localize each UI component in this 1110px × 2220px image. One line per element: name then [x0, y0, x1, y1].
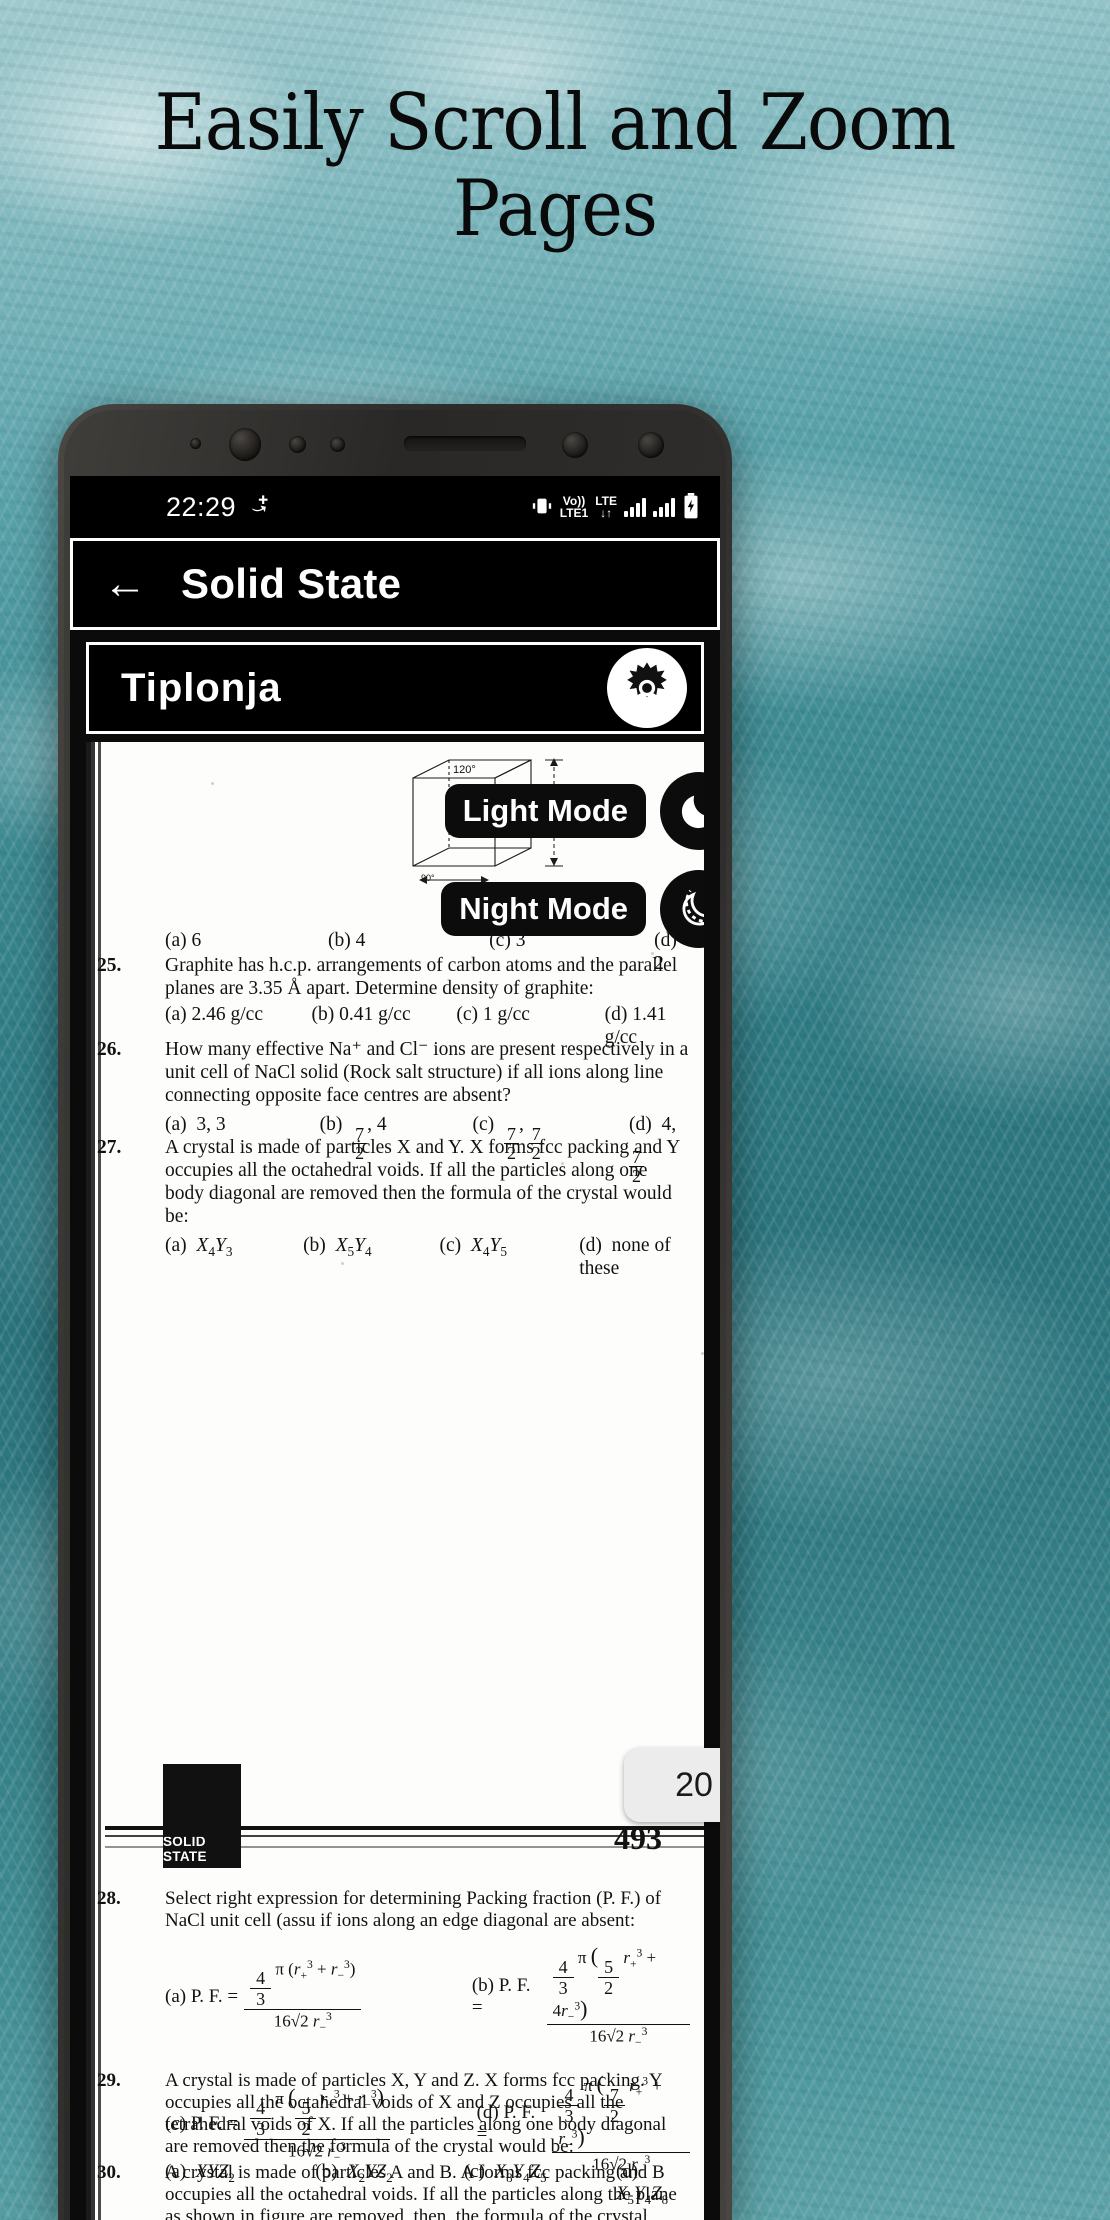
page-indicator-chip[interactable]: 20 — [624, 1748, 720, 1822]
question-number: 28. — [97, 1888, 121, 1909]
brand-banner: Tiplonja — [86, 642, 704, 734]
light-sensor-icon — [330, 437, 345, 452]
pf-numerator-a: 43 π (r+3 + r−3) — [244, 1958, 362, 2011]
status-bar: 22:29 Vo)) LTE1 LTE ↓↑ — [70, 476, 720, 538]
question-text: Graphite has h.c.p. arrangements of carb… — [165, 955, 678, 999]
question-text: A crystal is made of particles A and B. … — [165, 2162, 677, 2220]
battery-charging-icon — [682, 492, 700, 522]
scan-speck — [701, 1352, 704, 1355]
chapter-tab: SOLID STATE — [163, 1764, 241, 1868]
content-area: Tiplonja 120° 90° Light Mode Night Mode … — [70, 630, 720, 2220]
earpiece-speaker — [404, 436, 526, 451]
pf-option-a[interactable]: (a) P. F. = 43 π (r+3 + r−3) 16√2 r−3 — [165, 1944, 472, 2050]
back-arrow-icon[interactable]: ← — [103, 562, 147, 606]
light-mode-control[interactable]: Light Mode — [444, 772, 704, 850]
pf-label-a: (a) P. F. = — [165, 1985, 239, 2007]
proximity-sensor-icon — [289, 436, 306, 453]
vibrate-icon — [531, 495, 553, 520]
status-bar-left: 22:29 — [166, 491, 274, 524]
chapter-tab-label: SOLID STATE — [163, 1834, 207, 1864]
document-page[interactable]: 120° 90° b — [86, 742, 704, 2220]
phone-frame-inner: 22:29 Vo)) LTE1 LTE ↓↑ ← Solid State Tip… — [64, 410, 726, 2220]
question-25: 25. Graphite has h.c.p. arrangements of c… — [97, 954, 690, 1049]
question-text: A crystal is made of particles X and Y. … — [165, 1137, 680, 1227]
signal-bars-icon — [624, 497, 646, 517]
pf-denominator-a: 16√2 r−3 — [273, 2010, 332, 2035]
moon-filled-icon[interactable] — [660, 772, 704, 850]
front-camera-icon — [229, 428, 261, 461]
ir-sensor-icon — [190, 438, 201, 449]
question-number: 30. — [97, 2162, 121, 2183]
promo-headline: Easily Scroll and Zoom Pages — [154, 78, 957, 254]
phone-top-bezel — [64, 410, 726, 476]
question-number: 27. — [97, 1137, 122, 1158]
question-number: 26. — [97, 1039, 122, 1060]
flash-sensor-icon — [638, 432, 664, 458]
question-number: 25. — [97, 955, 122, 976]
scan-speck — [211, 782, 214, 785]
option-c[interactable]: (c) X4Y5 — [440, 1234, 580, 1280]
question-text: How many effective Na⁺ and Cl⁻ ions are … — [165, 1039, 689, 1106]
app-bar: ← Solid State — [70, 538, 720, 630]
question-28: 28. Select right expression for determini… — [97, 1888, 690, 1932]
pf-denominator-b: 16√2 r−3 — [589, 2025, 648, 2050]
option-d[interactable]: (d) none of these — [579, 1234, 690, 1280]
page-footer: SOLID STATE 493 — [105, 1764, 704, 1874]
gear-burst-icon[interactable] — [607, 648, 687, 728]
pf-option-b[interactable]: (b) P. F. = 43 π (5 2 r+3 + 4r−3) 16√2 r−… — [472, 1944, 690, 2050]
secondary-camera-icon — [562, 432, 588, 458]
app-bar-title: Solid State — [181, 560, 402, 607]
light-mode-label[interactable]: Light Mode — [444, 784, 646, 838]
question-text: A crystal is made of particles X, Y and … — [165, 2070, 667, 2157]
question-number: 29. — [97, 2070, 121, 2091]
question-text: Select right expression for determining … — [165, 1888, 662, 1931]
brand-banner-title: Tiplonja — [121, 665, 282, 710]
page-indicator-value: 20 — [675, 1765, 713, 1804]
options-list: (a) X4Y3 (b) X5Y4 (c) X4Y5 (d) none of t… — [131, 1234, 690, 1280]
question-30: 30. A crystal is made of particles A and … — [97, 2162, 690, 2220]
phone-screen: 22:29 Vo)) LTE1 LTE ↓↑ ← Solid State Tip… — [70, 476, 720, 2220]
volte-icon: Vo)) LTE1 — [559, 493, 589, 520]
lte-icon: LTE ↓↑ — [595, 493, 617, 520]
transfer-icon — [248, 491, 274, 524]
question-27: 27. A crystal is made of particles X and … — [97, 1136, 690, 1280]
status-bar-right: Vo)) LTE1 LTE ↓↑ — [531, 492, 700, 522]
signal-bars-icon — [653, 497, 675, 517]
option-a[interactable]: (a) X4Y3 — [165, 1234, 303, 1280]
pf-numerator-b: 43 π (5 2 r+3 + 4r−3) — [546, 1944, 690, 2026]
option-b[interactable]: (b) X5Y4 — [303, 1234, 439, 1280]
phone-mockup: 22:29 Vo)) LTE1 LTE ↓↑ ← Solid State Tip… — [58, 404, 732, 2220]
page-number: 493 — [614, 1820, 662, 1856]
pf-label-b: (b) P. F. = — [471, 1974, 531, 2018]
status-clock: 22:29 — [166, 491, 237, 522]
